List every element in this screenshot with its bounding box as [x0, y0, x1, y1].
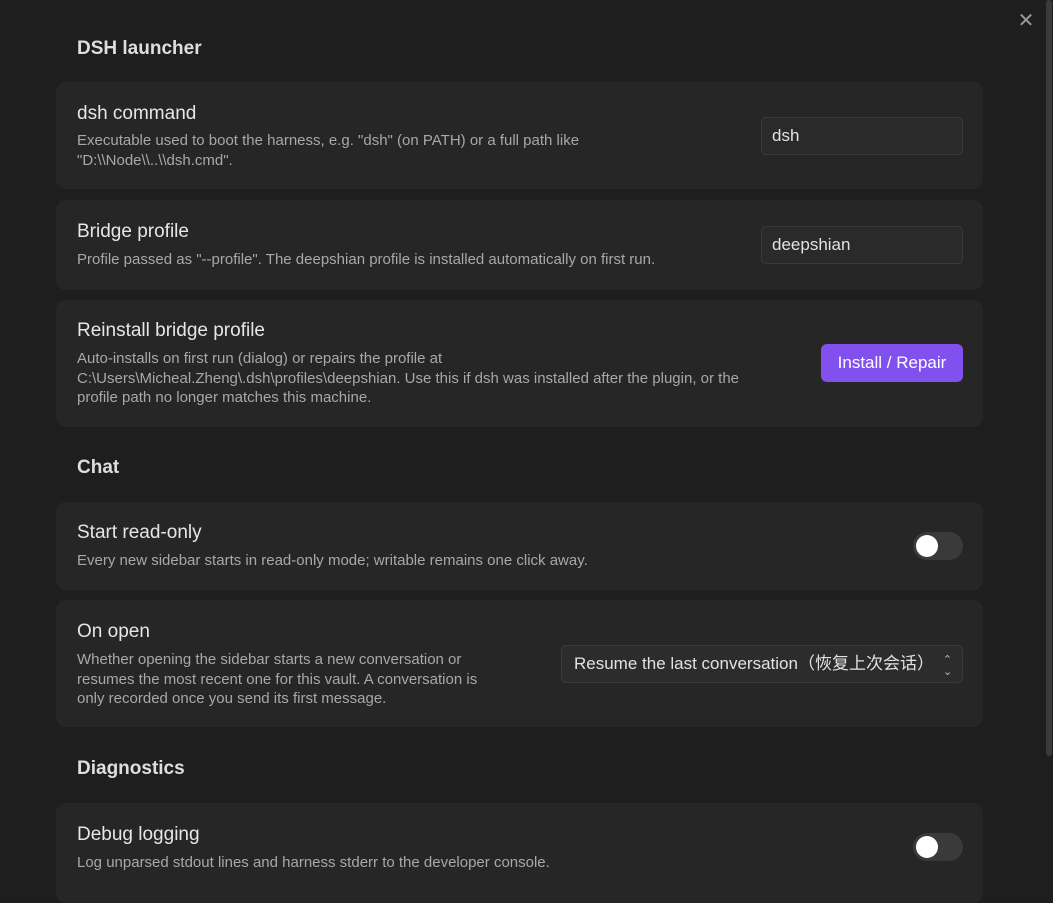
setting-bridge-profile: Bridge profile Profile passed as "--prof…	[56, 200, 983, 290]
setting-description: Auto-installs on first run (dialog) or r…	[77, 349, 739, 408]
scrollbar[interactable]	[1045, 0, 1053, 860]
setting-title: Debug logging	[77, 824, 200, 845]
scrollbar-thumb[interactable]	[1046, 0, 1052, 756]
description-line: C:\Users\Micheal.Zheng\.dsh\profiles\dee…	[77, 369, 740, 387]
setting-title: Reinstall bridge profile	[77, 320, 265, 341]
chevron-up-down-icon: ⌃ ⌃	[942, 654, 952, 677]
description-line: Whether opening the sidebar starts a new…	[77, 651, 462, 668]
description-line: only recorded once you send its first me…	[77, 690, 387, 707]
section-heading-chat: Chat	[77, 457, 120, 478]
setting-description: Every new sidebar starts in read-only mo…	[77, 552, 588, 569]
setting-description: Log unparsed stdout lines and harness st…	[77, 854, 550, 871]
toggle-knob	[916, 535, 938, 557]
description-line: profile path no longer matches this mach…	[77, 389, 372, 406]
setting-start-read-only: Start read-only Every new sidebar starts…	[56, 502, 983, 590]
setting-on-open: On open Whether opening the sidebar star…	[56, 600, 983, 727]
section-heading-diagnostics: Diagnostics	[77, 758, 185, 779]
setting-reinstall-profile: Reinstall bridge profile Auto-installs o…	[56, 300, 983, 427]
bridge-profile-input[interactable]	[761, 226, 963, 264]
description-line: "D:\\Node\\..\\dsh.cmd".	[77, 151, 233, 169]
setting-title: dsh command	[77, 103, 197, 124]
setting-description: Whether opening the sidebar starts a new…	[77, 650, 477, 709]
start-read-only-toggle[interactable]	[913, 532, 963, 560]
setting-description: Executable used to boot the harness, e.g…	[77, 131, 579, 170]
install-repair-button[interactable]: Install / Repair	[821, 344, 963, 382]
select-value: Resume the last conversation（恢复上次会话）	[574, 654, 934, 673]
on-open-select[interactable]: Resume the last conversation（恢复上次会话） ⌃ ⌃	[561, 645, 963, 683]
setting-description: Profile passed as "--profile". The deeps…	[77, 251, 656, 268]
setting-title: Start read-only	[77, 522, 202, 543]
toggle-knob	[916, 836, 938, 858]
setting-debug-logging: Debug logging Log unparsed stdout lines …	[56, 803, 983, 903]
setting-title: On open	[77, 621, 150, 642]
setting-dsh-command: dsh command Executable used to boot the …	[56, 82, 983, 189]
section-heading-launcher: DSH launcher	[77, 38, 202, 59]
setting-title: Bridge profile	[77, 221, 189, 242]
close-button[interactable]: ✕	[1015, 10, 1037, 32]
description-line: resumes the most recent one for this vau…	[77, 670, 478, 688]
close-icon: ✕	[1017, 10, 1035, 32]
description-line: Auto-installs on first run (dialog) or r…	[77, 350, 443, 367]
description-line: Executable used to boot the harness, e.g…	[77, 132, 580, 149]
dsh-command-input[interactable]	[761, 117, 963, 155]
debug-logging-toggle[interactable]	[913, 833, 963, 861]
